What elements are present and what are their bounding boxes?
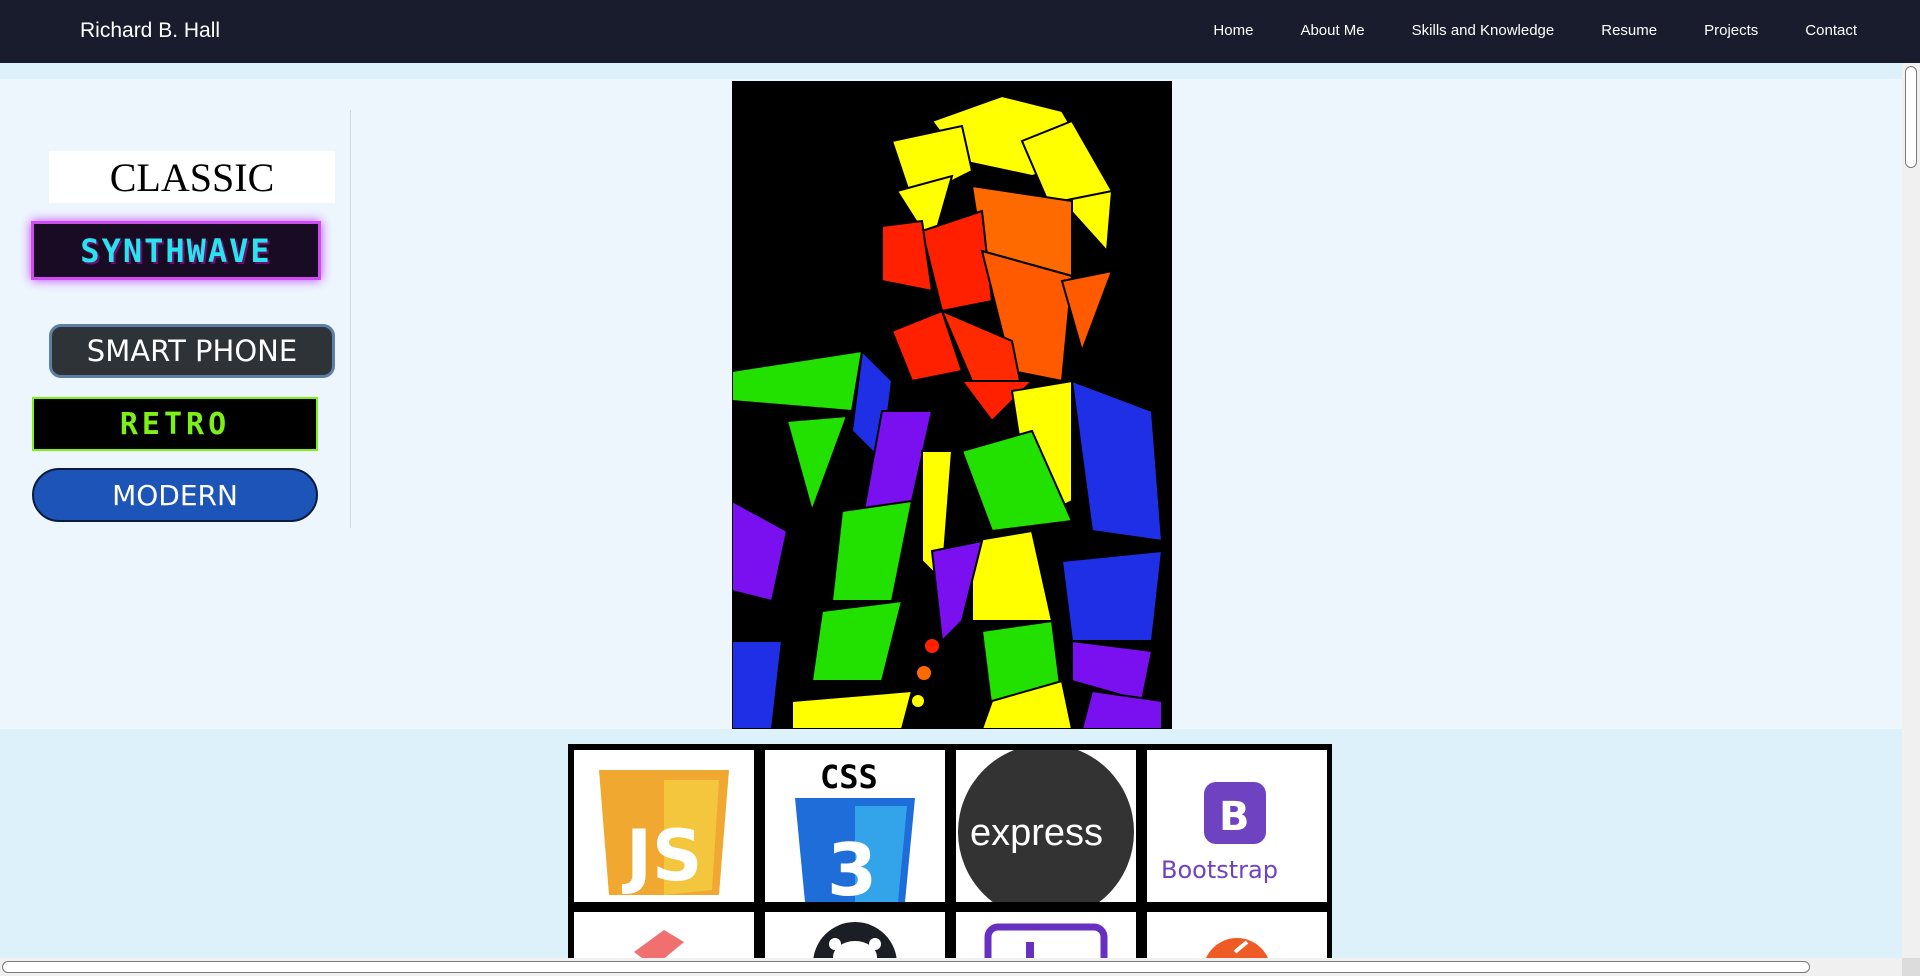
nav-link-home[interactable]: Home: [1213, 22, 1253, 39]
top-navbar: Richard B. Hall Home About Me Skills and…: [0, 0, 1920, 63]
javascript-icon: JS: [599, 770, 729, 897]
nav-links: Home About Me Skills and Knowledge Resum…: [1166, 22, 1857, 39]
classic-theme-button[interactable]: CLASSIC: [49, 151, 335, 203]
express-icon: express: [958, 750, 1134, 902]
svg-text:CSS: CSS: [820, 758, 878, 796]
portrait-artwork: [732, 81, 1172, 729]
skills-logo-grid: JS CSS 3 express B Bootstrap: [568, 744, 1332, 961]
nav-link-contact[interactable]: Contact: [1805, 22, 1857, 39]
smart-phone-theme-button[interactable]: SMART PHONE: [49, 324, 335, 378]
postman-logo-tile[interactable]: [1147, 912, 1327, 961]
svg-text:JS: JS: [622, 815, 702, 897]
skill-logo-tile-5[interactable]: [574, 912, 754, 961]
retro-theme-button[interactable]: RETRO: [32, 397, 318, 451]
bootstrap-logo-tile[interactable]: B Bootstrap: [1147, 750, 1327, 902]
synthwave-theme-button[interactable]: SYNTHWAVE: [31, 221, 321, 280]
express-logo-tile[interactable]: express: [956, 750, 1136, 902]
vertical-scrollbar[interactable]: [1902, 63, 1920, 976]
css3-logo-tile[interactable]: CSS 3: [765, 750, 945, 902]
theme-switcher-panel: [0, 79, 352, 529]
javascript-logo-tile[interactable]: JS: [574, 750, 754, 902]
scrollbar-corner: [1902, 958, 1920, 976]
nav-link-resume[interactable]: Resume: [1601, 22, 1657, 39]
nav-link-skills[interactable]: Skills and Knowledge: [1412, 22, 1555, 39]
svg-text:express: express: [970, 812, 1103, 854]
modern-theme-button[interactable]: MODERN: [32, 468, 318, 522]
bootstrap-icon: B Bootstrap: [1161, 782, 1278, 884]
svg-text:Bootstrap: Bootstrap: [1161, 856, 1278, 884]
nav-stripe: [0, 63, 1902, 79]
postman-icon: [1204, 938, 1270, 961]
heroku-icon: [984, 923, 1108, 961]
horizontal-scrollbar-thumb[interactable]: [2, 961, 1810, 973]
css3-icon: CSS 3: [795, 758, 915, 902]
nav-link-projects[interactable]: Projects: [1704, 22, 1758, 39]
github-icon: [813, 922, 897, 961]
nav-link-about-me[interactable]: About Me: [1300, 22, 1364, 39]
profile-portrait: [732, 81, 1172, 729]
site-brand[interactable]: Richard B. Hall: [80, 19, 220, 43]
svg-text:B: B: [1219, 794, 1250, 840]
pencil-icon: [634, 930, 684, 961]
heroku-logo-tile[interactable]: [956, 912, 1136, 961]
theme-panel-divider: [350, 110, 351, 528]
svg-text:3: 3: [827, 828, 877, 902]
github-logo-tile[interactable]: [765, 912, 945, 961]
vertical-scrollbar-thumb[interactable]: [1905, 66, 1917, 168]
